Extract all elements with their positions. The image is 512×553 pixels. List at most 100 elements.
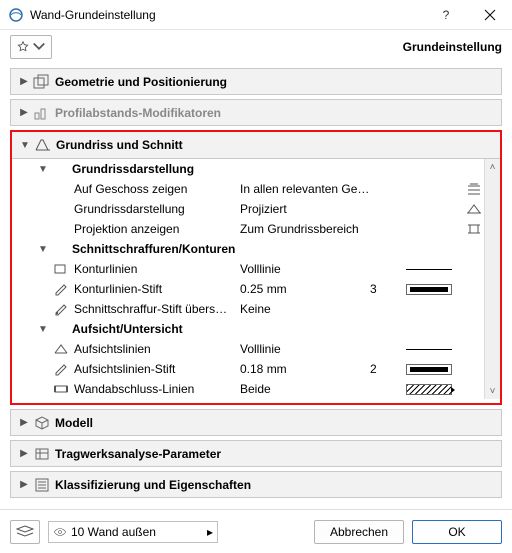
chevron-right-icon: ▶ (17, 479, 31, 490)
subtitle: Grundeinstellung (403, 40, 502, 54)
line-preview[interactable] (406, 349, 460, 350)
group-outlines[interactable]: ▼ Aufsicht/Untersicht (12, 319, 484, 339)
section-label: Geometrie und Positionierung (55, 75, 227, 89)
fill-pen-icon (50, 302, 72, 316)
profile-icon (31, 105, 53, 121)
layer-name: 10 Wand außen (71, 525, 156, 539)
property-label: Projektion anzeigen (72, 222, 240, 236)
footer: 10 Wand außen ▸ Abbrechen OK (0, 509, 512, 553)
section-profile[interactable]: ▶ Profilabstands-Modifikatoren (10, 99, 502, 126)
hatch-preview[interactable] (406, 384, 460, 395)
pen-preview[interactable] (406, 364, 460, 375)
row-show-on-story[interactable]: Auf Geschoss zeigen In allen relevanten … (12, 179, 484, 199)
group-label: Schnittschraffuren/Konturen (72, 242, 240, 256)
app-icon (8, 7, 30, 23)
property-value[interactable]: 0.25 mm (240, 282, 370, 296)
range-icon[interactable] (464, 222, 484, 236)
property-value[interactable]: 0.18 mm (240, 362, 370, 376)
ok-button[interactable]: OK (412, 520, 502, 544)
property-value[interactable]: Volllinie (240, 342, 370, 356)
group-cut-surfaces[interactable]: ▼ Schnittschraffuren/Konturen (12, 239, 484, 259)
uncut-lines-icon (50, 342, 72, 356)
layer-button[interactable] (10, 520, 40, 544)
property-label: Wandabschluss-Linien (72, 382, 240, 396)
chevron-down-icon: ▼ (36, 164, 50, 175)
pen-number[interactable]: 2 (370, 362, 406, 376)
row-uncut-line-pen[interactable]: Aufsichtslinien-Stift 0.18 mm 2 (12, 359, 484, 379)
chevron-down-icon: ▼ (36, 244, 50, 255)
group-floorplan-display[interactable]: ▼ Grundrissdarstellung (12, 159, 484, 179)
layer-selector[interactable]: 10 Wand außen ▸ (48, 521, 218, 543)
structural-icon (31, 446, 53, 462)
section-classification[interactable]: ▶ Klassifizierung und Eigenschaften (10, 471, 502, 498)
scroll-up-icon[interactable]: ˄ (485, 159, 500, 175)
chevron-down-icon: ▼ (36, 324, 50, 335)
property-value[interactable]: Beide (240, 382, 370, 396)
pen-number[interactable]: 3 (370, 282, 406, 296)
section-label: Tragwerksanalyse-Parameter (55, 447, 221, 461)
property-value[interactable]: Projiziert (240, 202, 370, 216)
titlebar: Wand-Grundeinstellung ? (0, 0, 512, 30)
chevron-right-icon: ▸ (207, 525, 213, 539)
wall-end-icon (50, 382, 72, 396)
property-value[interactable]: Zum Grundrissbereich (240, 222, 370, 236)
pen-icon (50, 282, 72, 296)
pen-preview[interactable] (406, 284, 460, 295)
row-cut-line-pen[interactable]: Konturlinien-Stift 0.25 mm 3 (12, 279, 484, 299)
property-label: Grundrissdarstellung (72, 202, 240, 216)
scrollbar[interactable]: ˄ ˅ (484, 159, 500, 399)
row-cut-lines[interactable]: Konturlinien Volllinie (12, 259, 484, 279)
window-title: Wand-Grundeinstellung (30, 8, 424, 22)
projection-icon[interactable] (464, 202, 484, 216)
cancel-button[interactable]: Abbrechen (314, 520, 404, 544)
geometry-icon (31, 74, 53, 90)
section-geometry[interactable]: ▶ Geometrie und Positionierung (10, 68, 502, 95)
eye-icon (53, 525, 67, 539)
row-uncut-lines[interactable]: Aufsichtslinien Volllinie (12, 339, 484, 359)
property-value[interactable]: Keine (240, 302, 370, 316)
plan-panel: ▼ Grundrissdarstellung Auf Geschoss zeig… (12, 159, 500, 399)
property-label: Konturlinien-Stift (72, 282, 240, 296)
property-label: Aufsichtslinien-Stift (72, 362, 240, 376)
property-label: Konturlinien (72, 262, 240, 276)
section-label: Modell (55, 416, 93, 430)
property-value[interactable]: Volllinie (240, 262, 370, 276)
section-label: Profilabstands-Modifikatoren (55, 106, 221, 120)
section-plan[interactable]: ▼ Grundriss und Schnitt (12, 132, 500, 159)
highlighted-area: ▼ Grundriss und Schnitt ▼ Grundrissdarst… (10, 130, 502, 405)
row-show-projection[interactable]: Projektion anzeigen Zum Grundrissbereich (12, 219, 484, 239)
ok-label: OK (448, 525, 465, 539)
chevron-right-icon: ▶ (17, 417, 31, 428)
row-floorplan-display[interactable]: Grundrissdarstellung Projiziert (12, 199, 484, 219)
chevron-down-icon: ▼ (18, 140, 32, 151)
chevron-right-icon: ▶ (17, 107, 31, 118)
close-button[interactable] (468, 0, 512, 30)
group-label: Grundrissdarstellung (72, 162, 240, 176)
scroll-down-icon[interactable]: ˅ (485, 383, 500, 399)
chevron-right-icon: ▶ (17, 448, 31, 459)
pen-icon (50, 362, 72, 376)
toolbar: Grundeinstellung (0, 30, 512, 64)
help-button[interactable]: ? (424, 0, 468, 30)
classification-icon (31, 477, 53, 493)
dialog-body: ▶ Geometrie und Positionierung ▶ Profila… (0, 68, 512, 498)
row-override-fill-pen[interactable]: Schnittschraffur-Stift übers… Keine (12, 299, 484, 319)
section-label: Grundriss und Schnitt (56, 138, 183, 152)
property-label: Aufsichtslinien (72, 342, 240, 356)
section-structural[interactable]: ▶ Tragwerksanalyse-Parameter (10, 440, 502, 467)
cancel-label: Abbrechen (330, 525, 388, 539)
plan-section-icon (32, 137, 54, 153)
property-value[interactable]: In allen relevanten Ge… (240, 182, 370, 196)
row-wall-end-lines[interactable]: Wandabschluss-Linien Beide (12, 379, 484, 399)
cut-lines-icon (50, 262, 72, 276)
section-label: Klassifizierung und Eigenschaften (55, 478, 251, 492)
stories-icon[interactable] (464, 182, 484, 196)
line-preview[interactable] (406, 269, 460, 270)
property-label: Schnittschraffur-Stift übers… (72, 302, 240, 316)
chevron-right-icon: ▶ (17, 76, 31, 87)
group-label: Aufsicht/Untersicht (72, 322, 240, 336)
favorites-button[interactable] (10, 35, 52, 59)
property-label: Auf Geschoss zeigen (72, 182, 240, 196)
model-icon (31, 415, 53, 431)
section-model[interactable]: ▶ Modell (10, 409, 502, 436)
